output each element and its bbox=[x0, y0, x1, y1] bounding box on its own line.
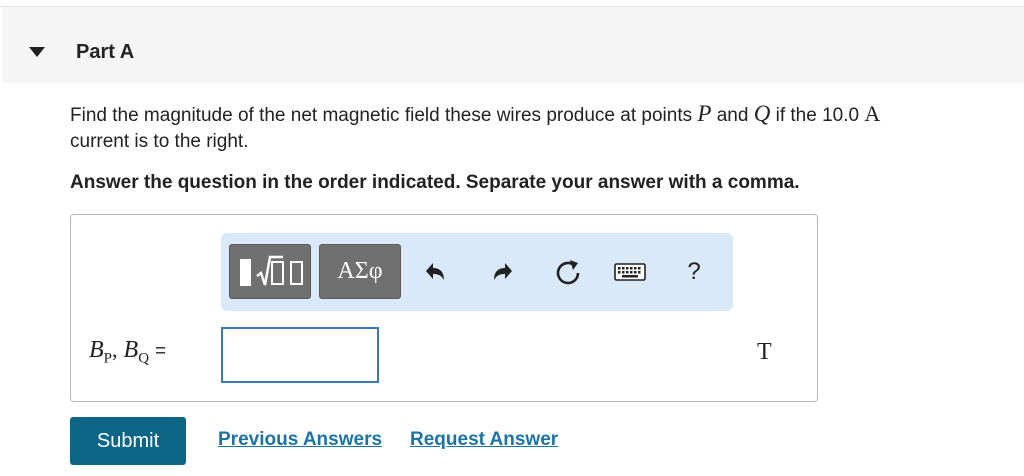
answer-input[interactable] bbox=[221, 327, 379, 383]
answer-instruction: Answer the question in the order indicat… bbox=[70, 172, 800, 193]
symbols-button[interactable]: ΑΣφ bbox=[319, 244, 401, 299]
request-answer-link[interactable]: Request Answer bbox=[410, 429, 558, 451]
submit-button[interactable]: Submit bbox=[70, 417, 186, 465]
symbols-icon: ΑΣφ bbox=[337, 258, 383, 284]
keyboard-icon bbox=[614, 263, 646, 281]
collapse-caret-icon[interactable] bbox=[29, 47, 45, 57]
sub-p: P bbox=[103, 350, 113, 367]
question-text-start: Find the magnitude of the net magnetic f… bbox=[70, 105, 693, 126]
part-header[interactable]: Part A bbox=[2, 7, 1024, 83]
question-and: and bbox=[716, 105, 749, 126]
redo-button[interactable] bbox=[487, 255, 521, 289]
undo-icon bbox=[426, 263, 444, 280]
answer-box: ΑΣφ ? BP, BQ = T bbox=[70, 214, 818, 402]
var-b-p: B bbox=[89, 337, 104, 363]
answer-label: BP, BQ = bbox=[89, 337, 166, 367]
help-icon: ? bbox=[687, 258, 701, 285]
answer-separator: , bbox=[112, 337, 118, 362]
previous-answers-link[interactable]: Previous Answers bbox=[218, 429, 382, 451]
keyboard-button[interactable] bbox=[613, 255, 647, 289]
undo-button[interactable] bbox=[417, 255, 451, 289]
redo-icon bbox=[494, 263, 512, 280]
sub-q: Q bbox=[138, 350, 150, 367]
point-p: P bbox=[697, 101, 712, 126]
reset-button[interactable] bbox=[551, 255, 585, 289]
templates-icon bbox=[240, 255, 303, 286]
templates-button[interactable] bbox=[229, 244, 311, 299]
units-label: T bbox=[757, 339, 772, 365]
question-text-end: current is to the right. bbox=[70, 131, 249, 152]
var-b-q: B bbox=[123, 337, 139, 363]
reset-icon bbox=[556, 260, 580, 285]
question-current: if the 10.0 bbox=[775, 105, 860, 126]
question-text: Find the magnitude of the net magnetic f… bbox=[70, 101, 1010, 155]
current-unit: A bbox=[864, 101, 881, 126]
help-button[interactable]: ? bbox=[677, 255, 711, 289]
math-toolbar: ΑΣφ ? bbox=[221, 233, 733, 311]
point-q: Q bbox=[753, 101, 771, 126]
part-title: Part A bbox=[76, 41, 135, 63]
equals-sign: = bbox=[155, 341, 167, 362]
